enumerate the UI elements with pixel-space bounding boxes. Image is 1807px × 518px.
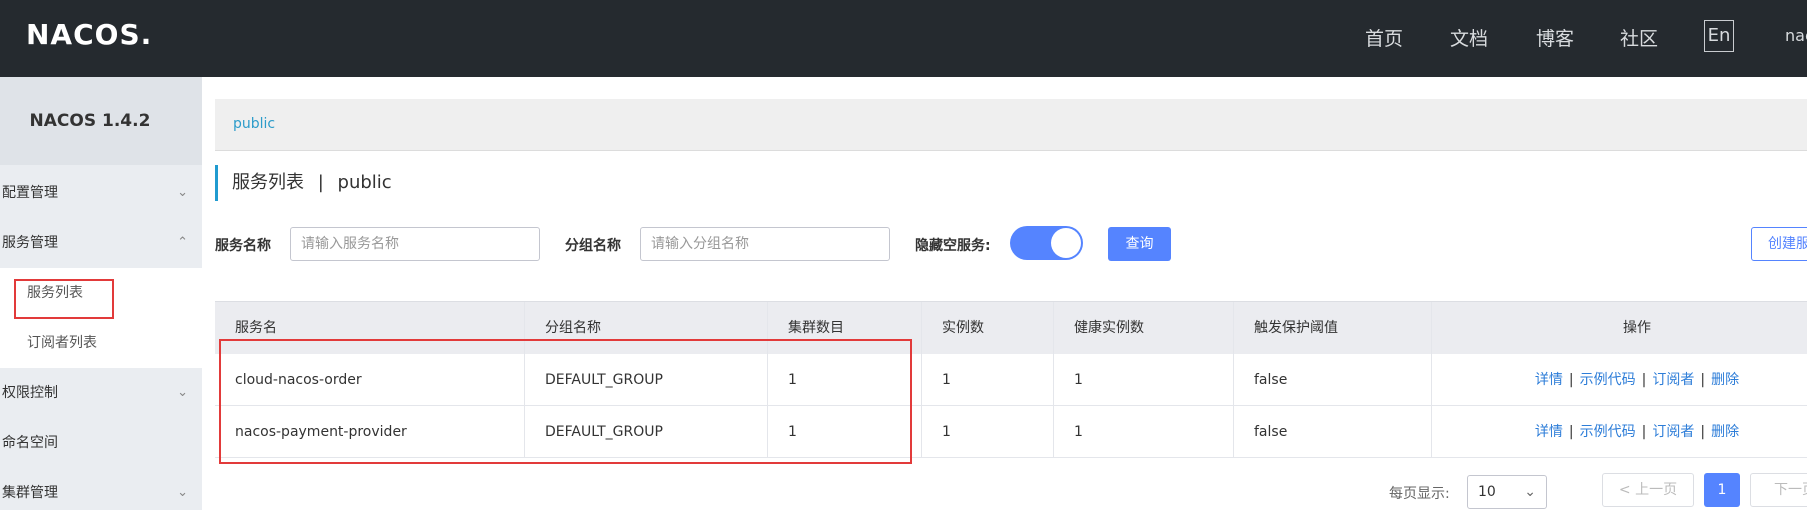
sidebar-item-label: 订阅者列表	[27, 335, 97, 351]
column-header-protect-threshold: 触发保护阈值	[1234, 302, 1432, 354]
query-button[interactable]: 查询	[1108, 227, 1171, 261]
next-page-label: 下一页	[1774, 482, 1807, 498]
language-toggle-button[interactable]: En	[1704, 20, 1734, 52]
nav-home[interactable]: 首页	[1365, 24, 1403, 51]
highlight-box-service-list	[14, 279, 114, 319]
sidebar-item-config-management[interactable]: 配置管理 ⌄	[0, 168, 202, 218]
group-name-label: 分组名称	[565, 238, 621, 254]
namespace-link-public[interactable]: public	[233, 116, 275, 132]
cell-operations: 详情 | 示例代码 | 订阅者 | 删除	[1534, 372, 1740, 388]
nav-community[interactable]: 社区	[1620, 24, 1658, 51]
cell-instance-count: 1	[922, 354, 1054, 406]
sample-code-link[interactable]: 示例代码	[1580, 424, 1636, 440]
user-menu[interactable]: nacos	[1785, 26, 1807, 45]
prev-page-button[interactable]: < 上一页	[1602, 473, 1694, 507]
sidebar-item-label: 命名空间	[2, 435, 58, 451]
sidebar-item-label: 配置管理	[2, 185, 58, 201]
sidebar-item-label: 集群管理	[2, 485, 58, 501]
page-title-separator: |	[317, 172, 324, 193]
sidebar-item-label: 权限控制	[2, 385, 58, 401]
page-size-value: 10	[1478, 484, 1496, 500]
nav-blog[interactable]: 博客	[1536, 24, 1574, 51]
prev-page-label: 上一页	[1635, 482, 1678, 498]
page-title-text: 服务列表	[232, 172, 304, 193]
cell-instance-count: 1	[922, 406, 1054, 458]
hide-empty-services-toggle[interactable]	[1010, 226, 1083, 260]
chevron-up-icon: ⌃	[177, 235, 188, 250]
service-table: 服务名 分组名称 集群数目 实例数 健康实例数 触发保护阈值 操作 cloud-…	[215, 301, 1807, 458]
toggle-knob	[1051, 228, 1081, 258]
chevron-down-icon: ⌄	[177, 185, 188, 200]
create-service-button[interactable]: 创建服务	[1751, 227, 1807, 261]
namespace-bar: public	[215, 99, 1807, 151]
column-header-instance-count: 实例数	[922, 302, 1054, 354]
cell-operations: 详情 | 示例代码 | 订阅者 | 删除	[1534, 424, 1740, 440]
column-header-operations: 操作	[1623, 320, 1651, 336]
sidebar-title: NACOS 1.4.2	[0, 77, 202, 165]
page-size-select[interactable]: 10 ⌄	[1467, 475, 1547, 509]
nav-docs[interactable]: 文档	[1450, 24, 1488, 51]
page-size-label: 每页显示:	[1389, 486, 1450, 502]
details-link[interactable]: 详情	[1535, 424, 1563, 440]
sidebar-item-access-control[interactable]: 权限控制 ⌄	[0, 368, 202, 418]
sample-code-link[interactable]: 示例代码	[1580, 372, 1636, 388]
cell-protect-threshold: false	[1234, 406, 1432, 458]
page-number-current[interactable]: 1	[1704, 473, 1740, 507]
hide-empty-services-label: 隐藏空服务:	[915, 238, 991, 254]
sidebar-item-subscriber-list[interactable]: 订阅者列表	[0, 318, 202, 368]
sidebar-item-service-management[interactable]: 服务管理 ⌃	[0, 218, 202, 268]
cell-protect-threshold: false	[1234, 354, 1432, 406]
delete-link[interactable]: 删除	[1711, 424, 1739, 440]
top-header: NACOS. 首页 文档 博客 社区 En nacos	[0, 0, 1807, 77]
subscribers-link[interactable]: 订阅者	[1652, 372, 1694, 388]
group-name-input[interactable]: 请输入分组名称	[640, 227, 890, 261]
next-page-button[interactable]: 下一页	[1750, 473, 1807, 507]
sidebar-item-namespace[interactable]: 命名空间	[0, 418, 202, 468]
page-title: 服务列表 | public	[215, 165, 392, 201]
cell-healthy-count: 1	[1054, 406, 1234, 458]
page-title-namespace: public	[337, 172, 392, 193]
service-name-input[interactable]: 请输入服务名称	[290, 227, 540, 261]
column-header-healthy-count: 健康实例数	[1054, 302, 1234, 354]
chevron-down-icon: ⌄	[177, 385, 188, 400]
chevron-down-icon: ⌄	[177, 485, 188, 500]
highlight-box-service-rows	[219, 339, 912, 464]
sidebar-item-label: 服务管理	[2, 235, 58, 251]
chevron-down-icon: ⌄	[1524, 484, 1536, 500]
delete-link[interactable]: 删除	[1711, 372, 1739, 388]
sidebar-item-cluster-management[interactable]: 集群管理 ⌄	[0, 468, 202, 518]
nacos-logo[interactable]: NACOS.	[26, 18, 152, 51]
service-name-label: 服务名称	[215, 238, 271, 254]
subscribers-link[interactable]: 订阅者	[1652, 424, 1694, 440]
details-link[interactable]: 详情	[1535, 372, 1563, 388]
cell-healthy-count: 1	[1054, 354, 1234, 406]
chevron-left-icon: <	[1618, 482, 1631, 498]
